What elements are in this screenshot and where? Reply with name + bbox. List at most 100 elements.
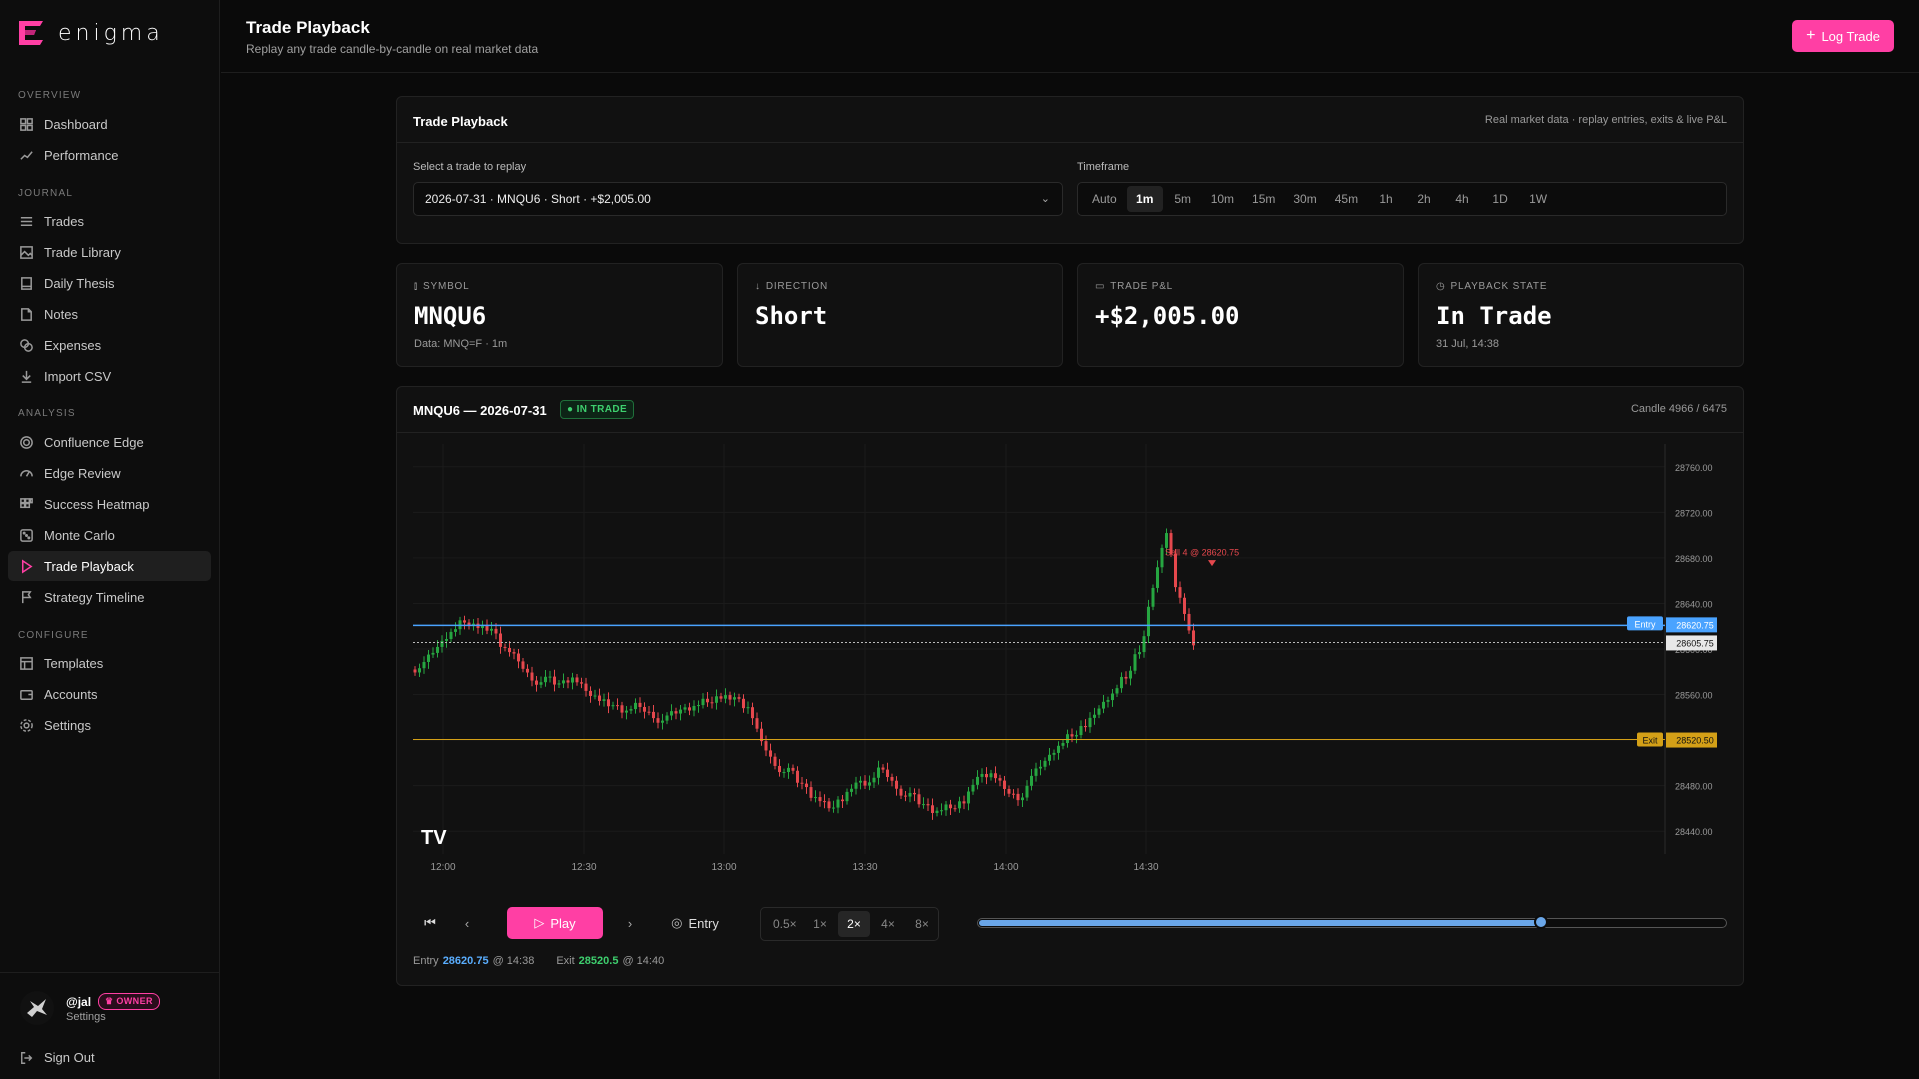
candle-body <box>1025 785 1029 798</box>
candle-body <box>575 677 579 683</box>
timeframe-option[interactable]: 1W <box>1520 186 1556 212</box>
candle-body <box>1138 652 1141 655</box>
candle-body <box>490 628 493 631</box>
candle-body <box>737 697 741 699</box>
candle-body <box>863 780 867 786</box>
step-back-button[interactable]: ‹ <box>452 907 482 939</box>
timeframe-option[interactable]: 30m <box>1285 186 1324 212</box>
log-trade-button[interactable]: + Log Trade <box>1792 20 1894 52</box>
timeframe-option[interactable]: 1h <box>1368 186 1404 212</box>
speed-option[interactable]: 4× <box>872 911 904 937</box>
timeframe-option[interactable]: 10m <box>1203 186 1242 212</box>
skip-to-start-button[interactable]: ⏮︎ <box>415 907 445 939</box>
candle-body <box>665 715 669 721</box>
trade-select[interactable]: 2026-07-31 · MNQU6 · Short · +$2,005.00 … <box>413 182 1063 216</box>
sidebar-item-confluence-edge[interactable]: Confluence Edge <box>8 427 211 457</box>
timeframe-option[interactable]: 5m <box>1165 186 1201 212</box>
timeframe-option[interactable]: Auto <box>1084 186 1125 212</box>
sidebar-item-accounts[interactable]: Accounts <box>8 679 211 709</box>
play-button[interactable]: ▷ Play <box>507 907 603 939</box>
timeframe-option[interactable]: 15m <box>1244 186 1283 212</box>
speed-option[interactable]: 8× <box>906 911 938 937</box>
sidebar-item-performance[interactable]: Performance <box>8 140 211 170</box>
sidebar-item-trade-playback[interactable]: Trade Playback <box>8 551 211 581</box>
sidebar-item-daily-thesis[interactable]: Daily Thesis <box>8 268 211 298</box>
candle-body <box>904 795 907 797</box>
candle-body <box>746 707 750 709</box>
candle-body <box>674 711 678 714</box>
timeframe-option[interactable]: 2h <box>1406 186 1442 212</box>
sidebar-item-expenses[interactable]: Expenses <box>8 330 211 360</box>
sidebar-item-success-heatmap[interactable]: Success Heatmap <box>8 489 211 519</box>
speed-option[interactable]: 1× <box>804 911 836 937</box>
y-tick-label: 28640.00 <box>1675 599 1713 609</box>
user-settings-link[interactable]: Settings <box>66 1011 106 1023</box>
candle-body <box>841 799 844 802</box>
sidebar-item-strategy-timeline[interactable]: Strategy Timeline <box>8 582 211 612</box>
candles-icon: ⫾ <box>414 281 418 292</box>
candle-body <box>953 808 957 810</box>
list-icon <box>20 216 33 226</box>
x-tick-label: 13:00 <box>711 862 736 873</box>
candle-body <box>778 765 781 773</box>
sidebar-item-import-csv[interactable]: Import CSV <box>8 361 211 391</box>
y-tick-label: 28480.00 <box>1675 782 1713 792</box>
stat-label-text: TRADE P&L <box>1110 281 1174 292</box>
price-chart[interactable]: 28760.0028720.0028680.0028640.0028600.00… <box>397 434 1717 874</box>
candle-body <box>589 690 592 696</box>
timeframe-option[interactable]: 4h <box>1444 186 1480 212</box>
timeframe-label: Timeframe <box>1077 161 1130 173</box>
sidebar-item-settings[interactable]: Settings <box>8 710 211 740</box>
sidebar-item-templates[interactable]: Templates <box>8 648 211 678</box>
chevron-left-icon: ‹ <box>464 915 470 931</box>
timeframe-option[interactable]: 1D <box>1482 186 1518 212</box>
timeframe-option[interactable]: 1m <box>1126 186 1163 212</box>
candle-body <box>418 668 421 673</box>
playback-slider-thumb[interactable] <box>1534 915 1549 929</box>
y-tick-label: 28560.00 <box>1675 691 1713 701</box>
sidebar-item-monte-carlo[interactable]: Monte Carlo <box>8 520 211 550</box>
sidebar-item-trades[interactable]: Trades <box>8 206 211 236</box>
sidebar-item-notes[interactable]: Notes <box>8 299 211 329</box>
candle-body <box>454 629 457 632</box>
candle-body <box>670 711 673 716</box>
candle-body <box>976 776 979 785</box>
stat-label-text: DIRECTION <box>765 281 829 292</box>
candle-body <box>652 711 655 719</box>
candle-body <box>913 792 916 795</box>
timeframe-option[interactable]: 45m <box>1327 186 1366 212</box>
sidebar-item-edge-review[interactable]: Edge Review <box>8 458 211 488</box>
candle-body <box>827 801 831 809</box>
app-name: enigma <box>58 20 164 46</box>
selector-title: Trade Playback <box>413 114 508 129</box>
playback-slider[interactable] <box>977 915 1727 929</box>
candle-body <box>661 720 664 723</box>
sign-out-button[interactable]: Sign Out <box>20 1050 95 1065</box>
candle-body <box>989 773 993 778</box>
candle-body <box>656 718 660 723</box>
sidebar-item-label: Edge Review <box>44 465 121 481</box>
candle-body <box>647 711 651 713</box>
jump-to-entry-button[interactable]: ◎ Entry <box>665 907 725 939</box>
step-forward-button[interactable]: › <box>615 907 645 939</box>
avatar[interactable] <box>20 991 54 1025</box>
stat-label: ▭ TRADE P&L <box>1095 281 1173 292</box>
candle-body <box>463 620 466 623</box>
sidebar-item-trade-library[interactable]: Trade Library <box>8 237 211 267</box>
sidebar-item-dashboard[interactable]: Dashboard <box>8 109 211 139</box>
trade-footer-stats: Entry 28620.75 @ 14:38 Exit 28520.5 @ 14… <box>413 955 664 967</box>
candle-body <box>931 805 934 814</box>
candle-body <box>859 780 862 783</box>
dice-icon <box>20 528 33 542</box>
candle-body <box>535 680 538 685</box>
candle-body <box>719 696 723 699</box>
stat-label: ⫾ SYMBOL <box>414 281 469 292</box>
heatmap-icon <box>20 497 33 508</box>
y-tick-label: 28720.00 <box>1675 508 1713 518</box>
clock-icon: ◷ <box>1436 281 1446 292</box>
candle-body <box>566 680 570 683</box>
app-logo[interactable]: enigma <box>16 18 164 48</box>
speed-option[interactable]: 2× <box>838 911 870 937</box>
speed-option[interactable]: 0.5× <box>765 911 802 937</box>
candle-body <box>692 705 696 711</box>
